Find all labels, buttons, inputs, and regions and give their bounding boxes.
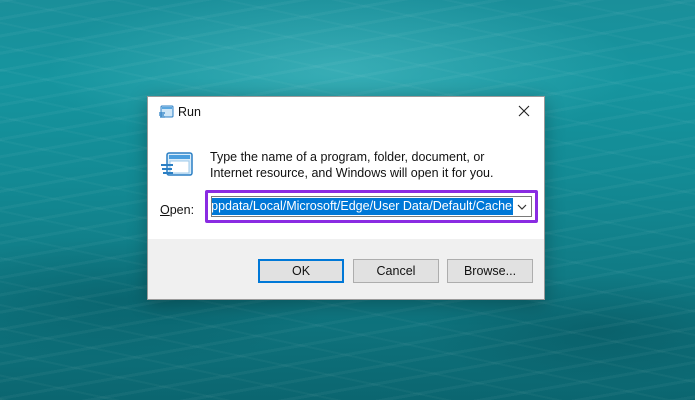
run-dialog: Run Type the name of a program, folder, … — [147, 96, 545, 300]
run-app-icon — [158, 105, 174, 119]
browse-button[interactable]: Browse... — [447, 259, 533, 283]
cancel-button[interactable]: Cancel — [353, 259, 439, 283]
open-combobox[interactable]: ppdata/Local/Microsoft/Edge/User Data/De… — [211, 196, 532, 217]
chevron-down-icon[interactable] — [515, 198, 529, 215]
description-text: Type the name of a program, folder, docu… — [210, 150, 494, 180]
open-label-accelerator: O — [160, 203, 170, 217]
open-label-rest: pen: — [169, 203, 195, 217]
open-input-value[interactable]: ppdata/Local/Microsoft/Edge/User Data/De… — [212, 198, 513, 215]
run-app-icon — [160, 151, 194, 179]
close-button[interactable] — [504, 97, 544, 128]
close-icon — [518, 104, 530, 122]
highlight-annotation: ppdata/Local/Microsoft/Edge/User Data/De… — [205, 190, 538, 223]
button-bar: OK Cancel Browse... — [148, 239, 544, 299]
window-title: Run — [178, 105, 201, 119]
ok-button[interactable]: OK — [258, 259, 344, 283]
open-label: Open: — [160, 203, 194, 217]
title-bar[interactable]: Run — [148, 97, 544, 128]
dialog-content: Type the name of a program, folder, docu… — [148, 128, 544, 239]
